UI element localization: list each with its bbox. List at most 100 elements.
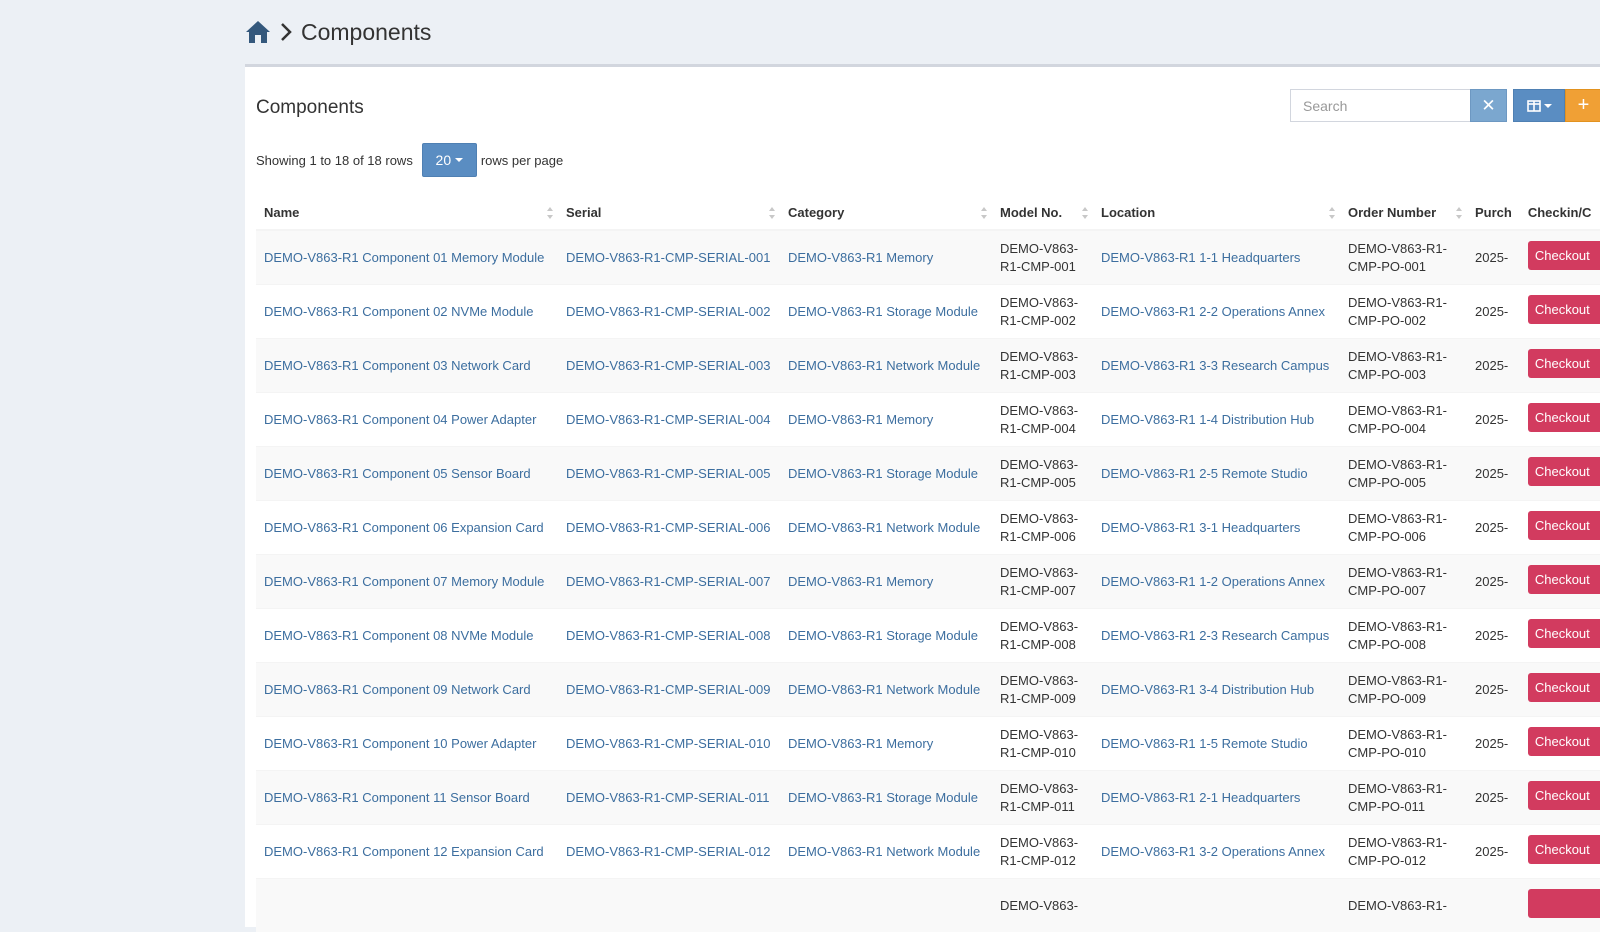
cell-action: Checkout — [1520, 555, 1600, 609]
component-name-link[interactable]: DEMO-V863-R1 Component 06 Expansion Card — [264, 520, 544, 535]
cell-category: DEMO-V863-R1 Network Module — [780, 501, 992, 555]
cell-location: DEMO-V863-R1 3-4 Distribution Hub — [1093, 663, 1340, 717]
location-link[interactable]: DEMO-V863-R1 2-5 Remote Studio — [1101, 466, 1308, 481]
component-name-link[interactable]: DEMO-V863-R1 Component 05 Sensor Board — [264, 466, 531, 481]
serial-link[interactable]: DEMO-V863-R1-CMP-SERIAL-004 — [566, 412, 770, 427]
checkout-button[interactable] — [1528, 889, 1600, 918]
page-title: Components — [301, 19, 431, 46]
serial-link[interactable]: DEMO-V863-R1-CMP-SERIAL-002 — [566, 304, 770, 319]
location-link[interactable]: DEMO-V863-R1 1-2 Operations Annex — [1101, 574, 1325, 589]
category-link[interactable]: DEMO-V863-R1 Storage Module — [788, 790, 978, 805]
cell-action: Checkout — [1520, 771, 1600, 825]
cell-action: Checkout — [1520, 609, 1600, 663]
location-link[interactable]: DEMO-V863-R1 1-5 Remote Studio — [1101, 736, 1308, 751]
location-link[interactable]: DEMO-V863-R1 2-2 Operations Annex — [1101, 304, 1325, 319]
cell-model-no: DEMO-V863- — [992, 879, 1093, 932]
component-name-link[interactable]: DEMO-V863-R1 Component 04 Power Adapter — [264, 412, 536, 427]
cell-model-no: DEMO-V863-R1-CMP-011 — [992, 771, 1093, 825]
cell-purchase-date: 2025- — [1467, 663, 1520, 717]
cell-serial: DEMO-V863-R1-CMP-SERIAL-005 — [558, 447, 780, 501]
checkout-button[interactable]: Checkout — [1528, 727, 1600, 756]
cell-serial: DEMO-V863-R1-CMP-SERIAL-003 — [558, 339, 780, 393]
category-link[interactable]: DEMO-V863-R1 Storage Module — [788, 466, 978, 481]
cell-purchase-date: 2025- — [1467, 825, 1520, 879]
category-link[interactable]: DEMO-V863-R1 Storage Module — [788, 628, 978, 643]
component-name-link[interactable]: DEMO-V863-R1 Component 02 NVMe Module — [264, 304, 534, 319]
home-icon[interactable] — [245, 19, 271, 45]
component-name-link[interactable]: DEMO-V863-R1 Component 10 Power Adapter — [264, 736, 536, 751]
clear-search-button[interactable]: ✕ — [1470, 89, 1507, 122]
checkout-button[interactable]: Checkout — [1528, 565, 1600, 594]
checkout-button[interactable]: Checkout — [1528, 349, 1600, 378]
category-link[interactable]: DEMO-V863-R1 Network Module — [788, 520, 980, 535]
serial-link[interactable]: DEMO-V863-R1-CMP-SERIAL-011 — [566, 790, 769, 805]
category-link[interactable]: DEMO-V863-R1 Network Module — [788, 682, 980, 697]
column-header-purchase[interactable]: Purch — [1467, 195, 1520, 230]
serial-link[interactable]: DEMO-V863-R1-CMP-SERIAL-008 — [566, 628, 770, 643]
serial-link[interactable]: DEMO-V863-R1-CMP-SERIAL-005 — [566, 466, 770, 481]
category-link[interactable]: DEMO-V863-R1 Storage Module — [788, 304, 978, 319]
column-header-category[interactable]: Category — [780, 195, 992, 230]
checkout-button[interactable]: Checkout — [1528, 673, 1600, 702]
location-link[interactable]: DEMO-V863-R1 3-1 Headquarters — [1101, 520, 1300, 535]
checkout-button[interactable]: Checkout — [1528, 835, 1600, 864]
serial-link[interactable]: DEMO-V863-R1-CMP-SERIAL-003 — [566, 358, 770, 373]
cell-category: DEMO-V863-R1 Memory — [780, 555, 992, 609]
category-link[interactable]: DEMO-V863-R1 Memory — [788, 736, 933, 751]
cell-serial: DEMO-V863-R1-CMP-SERIAL-008 — [558, 609, 780, 663]
serial-link[interactable]: DEMO-V863-R1-CMP-SERIAL-006 — [566, 520, 770, 535]
column-header-location[interactable]: Location — [1093, 195, 1340, 230]
sort-icon — [980, 206, 988, 220]
component-name-link[interactable]: DEMO-V863-R1 Component 01 Memory Module — [264, 250, 544, 265]
checkout-button[interactable]: Checkout — [1528, 619, 1600, 648]
serial-link[interactable]: DEMO-V863-R1-CMP-SERIAL-012 — [566, 844, 770, 859]
serial-link[interactable]: DEMO-V863-R1-CMP-SERIAL-001 — [566, 250, 770, 265]
location-link[interactable]: DEMO-V863-R1 2-1 Headquarters — [1101, 790, 1300, 805]
checkout-button[interactable]: Checkout — [1528, 295, 1600, 324]
checkout-button[interactable]: Checkout — [1528, 241, 1600, 270]
category-link[interactable]: DEMO-V863-R1 Memory — [788, 574, 933, 589]
add-component-button[interactable]: + — [1565, 89, 1600, 122]
location-link[interactable]: DEMO-V863-R1 1-1 Headquarters — [1101, 250, 1300, 265]
checkout-button[interactable]: Checkout — [1528, 511, 1600, 540]
column-header-order-number[interactable]: Order Number — [1340, 195, 1467, 230]
columns-toggle-button[interactable] — [1513, 89, 1565, 122]
component-name-link[interactable]: DEMO-V863-R1 Component 08 NVMe Module — [264, 628, 534, 643]
location-link[interactable]: DEMO-V863-R1 3-4 Distribution Hub — [1101, 682, 1314, 697]
category-link[interactable]: DEMO-V863-R1 Network Module — [788, 844, 980, 859]
cell-name: DEMO-V863-R1 Component 12 Expansion Card — [256, 825, 558, 879]
table-row: DEMO-V863-R1 Component 03 Network Card DE… — [256, 339, 1600, 393]
cell-category: DEMO-V863-R1 Storage Module — [780, 771, 992, 825]
category-link[interactable]: DEMO-V863-R1 Memory — [788, 412, 933, 427]
page-size-value: 20 — [436, 152, 452, 168]
cell-serial: DEMO-V863-R1-CMP-SERIAL-002 — [558, 285, 780, 339]
category-link[interactable]: DEMO-V863-R1 Network Module — [788, 358, 980, 373]
table-toolbar: ✕ + — [1290, 89, 1600, 122]
component-name-link[interactable]: DEMO-V863-R1 Component 03 Network Card — [264, 358, 531, 373]
column-header-model-no[interactable]: Model No. — [992, 195, 1093, 230]
checkout-button[interactable]: Checkout — [1528, 403, 1600, 432]
location-link[interactable]: DEMO-V863-R1 1-4 Distribution Hub — [1101, 412, 1314, 427]
column-header-name[interactable]: Name — [256, 195, 558, 230]
location-link[interactable]: DEMO-V863-R1 2-3 Research Campus — [1101, 628, 1329, 643]
category-link[interactable]: DEMO-V863-R1 Memory — [788, 250, 933, 265]
page-size-dropdown[interactable]: 20 — [422, 143, 477, 177]
cell-purchase-date: 2025- — [1467, 339, 1520, 393]
component-name-link[interactable]: DEMO-V863-R1 Component 11 Sensor Board — [264, 790, 530, 805]
checkout-button[interactable]: Checkout — [1528, 781, 1600, 810]
component-name-link[interactable]: DEMO-V863-R1 Component 07 Memory Module — [264, 574, 544, 589]
cell-order-number: DEMO-V863-R1- — [1340, 879, 1467, 932]
component-name-link[interactable]: DEMO-V863-R1 Component 12 Expansion Card — [264, 844, 544, 859]
serial-link[interactable]: DEMO-V863-R1-CMP-SERIAL-010 — [566, 736, 770, 751]
location-link[interactable]: DEMO-V863-R1 3-3 Research Campus — [1101, 358, 1329, 373]
search-input[interactable] — [1290, 89, 1470, 122]
component-name-link[interactable]: DEMO-V863-R1 Component 09 Network Card — [264, 682, 531, 697]
checkout-button[interactable]: Checkout — [1528, 457, 1600, 486]
cell-location — [1093, 879, 1340, 932]
column-header-serial[interactable]: Serial — [558, 195, 780, 230]
cell-model-no: DEMO-V863-R1-CMP-005 — [992, 447, 1093, 501]
serial-link[interactable]: DEMO-V863-R1-CMP-SERIAL-007 — [566, 574, 770, 589]
location-link[interactable]: DEMO-V863-R1 3-2 Operations Annex — [1101, 844, 1325, 859]
serial-link[interactable]: DEMO-V863-R1-CMP-SERIAL-009 — [566, 682, 770, 697]
cell-category — [780, 879, 992, 932]
